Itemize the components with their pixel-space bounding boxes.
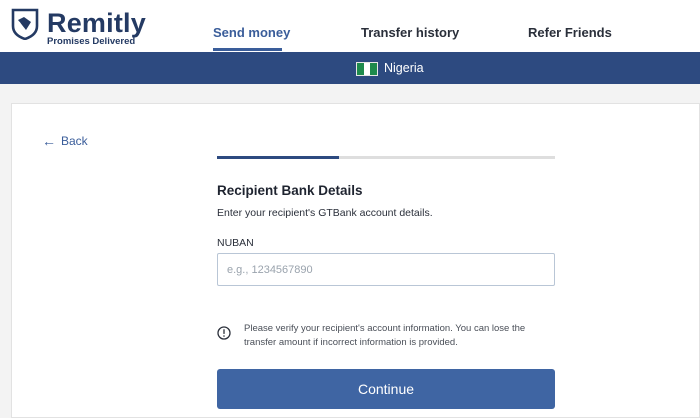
- progress-bar: [217, 156, 555, 159]
- remitly-logo[interactable]: Remitly Promises Delivered: [10, 6, 150, 47]
- nuban-input[interactable]: [217, 253, 555, 286]
- verify-warning-text: Please verify your recipient's account i…: [244, 323, 526, 348]
- info-circle-icon: [217, 326, 231, 340]
- flag-stripe-right: [370, 63, 378, 75]
- active-tab-indicator: [213, 48, 282, 51]
- section-subtitle: Enter your recipient's GTBank account de…: [217, 207, 433, 219]
- brand-tagline: Promises Delivered: [47, 36, 136, 47]
- flag-stripe-middle: [363, 63, 371, 75]
- section-title: Recipient Bank Details: [217, 183, 363, 198]
- country-name[interactable]: Nigeria: [384, 61, 424, 75]
- tab-transfer-history[interactable]: Transfer history: [361, 25, 459, 52]
- continue-button[interactable]: Continue: [217, 369, 555, 409]
- brand-name: Remitly: [47, 8, 146, 38]
- flag-stripe-left: [357, 63, 364, 75]
- progress-fill: [217, 156, 339, 159]
- back-label: Back: [61, 134, 88, 148]
- nigeria-flag-icon: [356, 62, 378, 76]
- country-bar: [0, 52, 700, 84]
- tab-refer-friends[interactable]: Refer Friends: [528, 25, 612, 52]
- nuban-label: NUBAN: [217, 237, 254, 249]
- back-arrow-icon: ←: [42, 133, 56, 149]
- top-header: Remitly Promises Delivered Send money Tr…: [0, 0, 700, 52]
- remitly-logo-icon: [11, 8, 39, 40]
- back-link[interactable]: ← Back: [42, 134, 88, 148]
